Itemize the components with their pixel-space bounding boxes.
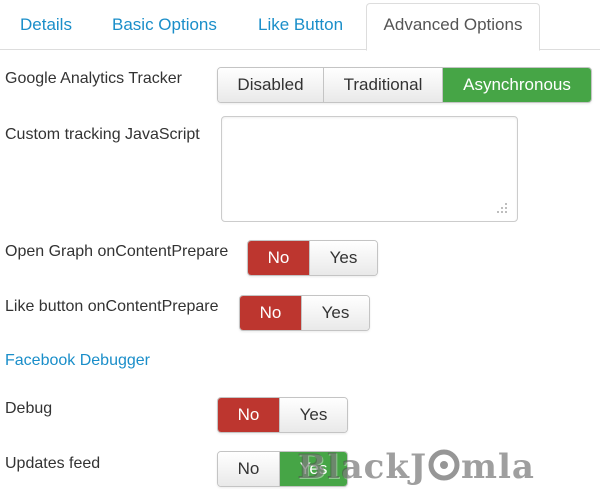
ga-disabled-button[interactable]: Disabled: [218, 68, 324, 102]
og-prepare-label: Open Graph onContentPrepare: [5, 243, 229, 260]
og-yes-button[interactable]: Yes: [310, 241, 377, 275]
tab-bar: Details Basic Options Like Button Advanc…: [0, 0, 600, 51]
tab-like-button[interactable]: Like Button: [242, 4, 359, 50]
like-no-button[interactable]: No: [240, 296, 302, 330]
ga-tracker-toggle: Disabled Traditional Asynchronous: [217, 67, 592, 103]
joomla-logo-icon: [428, 449, 460, 481]
like-prepare-toggle: No Yes: [239, 295, 370, 331]
debug-no-button[interactable]: No: [218, 398, 280, 432]
facebook-debugger-link[interactable]: Facebook Debugger: [5, 352, 150, 370]
ga-traditional-button[interactable]: Traditional: [324, 68, 443, 102]
ga-tracker-label: Google Analytics Tracker: [5, 70, 182, 87]
debug-label: Debug: [5, 400, 53, 417]
tab-advanced-options[interactable]: Advanced Options: [366, 3, 540, 51]
updates-no-button[interactable]: No: [218, 452, 280, 486]
ga-asynchronous-button[interactable]: Asynchronous: [443, 68, 591, 102]
custom-js-textarea[interactable]: [221, 116, 518, 222]
like-yes-button[interactable]: Yes: [302, 296, 369, 330]
updates-feed-label: Updates feed: [5, 455, 101, 472]
watermark-text-right: mla: [461, 447, 535, 487]
og-no-button[interactable]: No: [248, 241, 310, 275]
updates-yes-button[interactable]: Yes: [280, 452, 347, 486]
like-prepare-label: Like button onContentPrepare: [5, 298, 219, 315]
debug-yes-button[interactable]: Yes: [280, 398, 347, 432]
og-prepare-toggle: No Yes: [247, 240, 378, 276]
resize-grip-icon[interactable]: [494, 200, 508, 214]
tab-details[interactable]: Details: [4, 4, 88, 50]
custom-js-label: Custom tracking JavaScript: [5, 126, 200, 143]
updates-feed-toggle: No Yes: [217, 451, 348, 487]
debug-toggle: No Yes: [217, 397, 348, 433]
tab-basic-options[interactable]: Basic Options: [96, 4, 233, 50]
